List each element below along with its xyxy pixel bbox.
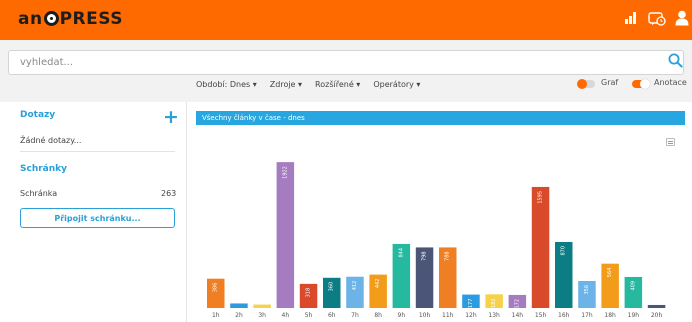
bar-2h[interactable] [230,303,248,308]
x-tick-label: 9h [398,312,406,319]
queries-empty-text: Žádné dotazy... [20,136,82,145]
bar-value-label: 409 [630,281,636,291]
bar-20h[interactable] [647,304,666,308]
x-tick-label: 3h [258,312,266,319]
bar-chart: 386 1h 2h 3h 1922 4h 318 5h 360 6h 412 7h 442 8h 844 9h… [207,162,666,319]
x-tick-label: 7h [351,312,359,319]
logo-text-left: an [18,9,43,29]
logo-text-right: press [59,9,123,29]
box-item-count: 263 [161,189,177,198]
bar-value-label: 788 [445,251,451,261]
filter-advanced-dropdown[interactable]: Rozšířené ▾ [315,80,360,94]
anotace-toggle-label: Anotace [654,78,687,87]
bar-value-label: 386 [213,283,219,293]
filter-sources-dropdown[interactable]: Zdroje ▾ [270,80,302,94]
bar-value-label: 360 [329,282,335,292]
x-tick-label: 1h [212,312,220,319]
sidebar: Dotazy + Žádné dotazy... Schránky Schrán… [0,102,187,322]
sidebar-divider [20,151,175,152]
search-input[interactable] [8,50,684,75]
x-tick-label: 8h [374,312,382,319]
chart-area: 386 1h 2h 3h 1922 4h 318 5h 360 6h 412 7h 442 8h 844 9h… [196,125,685,322]
chart-menu-icon[interactable] [666,138,675,146]
x-tick-label: 4h [282,312,290,319]
x-tick-label: 11h [442,312,454,319]
x-tick-label: 12h [465,312,477,319]
x-tick-label: 20h [651,312,663,319]
user-icon[interactable] [675,10,689,26]
logo-o-icon [43,11,59,26]
queries-title: Dotazy [20,110,56,120]
anotace-toggle-knob [640,79,650,89]
box-item-name[interactable]: Schránka [20,189,57,198]
bar-value-label: 870 [561,246,567,256]
x-tick-label: 10h [419,312,431,319]
x-tick-label: 19h [628,312,640,319]
boxes-title: Schránky [20,164,67,174]
bar-value-label: 318 [306,288,312,298]
panel-title: Všechny články v čase - dnes [196,111,685,125]
message-clock-icon[interactable] [648,11,666,26]
x-tick-label: 17h [581,312,593,319]
bar-value-label: 172 [514,299,520,309]
anopress-logo[interactable]: an press [18,9,123,29]
bar-chart-icon[interactable] [624,11,637,24]
bar-value-label: 356 [584,285,590,295]
graf-toggle-knob [577,79,587,89]
bar-value-label: 442 [375,279,381,289]
bar-3h[interactable] [253,304,271,308]
anotace-toggle[interactable] [632,79,650,89]
bar-value-label: 564 [607,268,613,278]
graf-toggle[interactable] [577,79,595,89]
x-tick-label: 6h [328,312,336,319]
x-tick-label: 14h [512,312,524,319]
x-tick-label: 18h [604,312,616,319]
bar-value-label: 412 [352,281,358,291]
bar-value-label: 844 [398,248,404,258]
bar-value-label: 182 [491,298,497,308]
search-area: Období: Dnes ▾ Zdroje ▾ Rozšířené ▾ Oper… [0,40,692,102]
connect-box-button[interactable]: Připojit schránku... [20,208,175,228]
bar-value-label: 1922 [282,166,288,179]
bar-4h[interactable] [276,162,295,308]
filter-bar: Období: Dnes ▾ Zdroje ▾ Rozšířené ▾ Oper… [196,80,420,94]
x-tick-label: 5h [305,312,313,319]
filter-period-dropdown[interactable]: Období: Dnes ▾ [196,80,257,94]
filter-operators-dropdown[interactable]: Operátory ▾ [373,80,420,94]
bar-value-label: 177 [468,299,474,309]
x-tick-label: 2h [235,312,243,319]
graf-toggle-label: Graf [601,78,619,87]
x-tick-label: 13h [488,312,500,319]
search-icon[interactable] [668,53,683,68]
x-tick-label: 15h [535,312,547,319]
top-bar: an press [0,0,692,40]
bar-value-label: 798 [422,251,428,261]
bar-15h[interactable] [531,186,550,308]
add-query-plus-icon[interactable]: + [163,108,179,127]
bar-value-label: 1595 [538,191,544,204]
x-tick-label: 16h [558,312,570,319]
